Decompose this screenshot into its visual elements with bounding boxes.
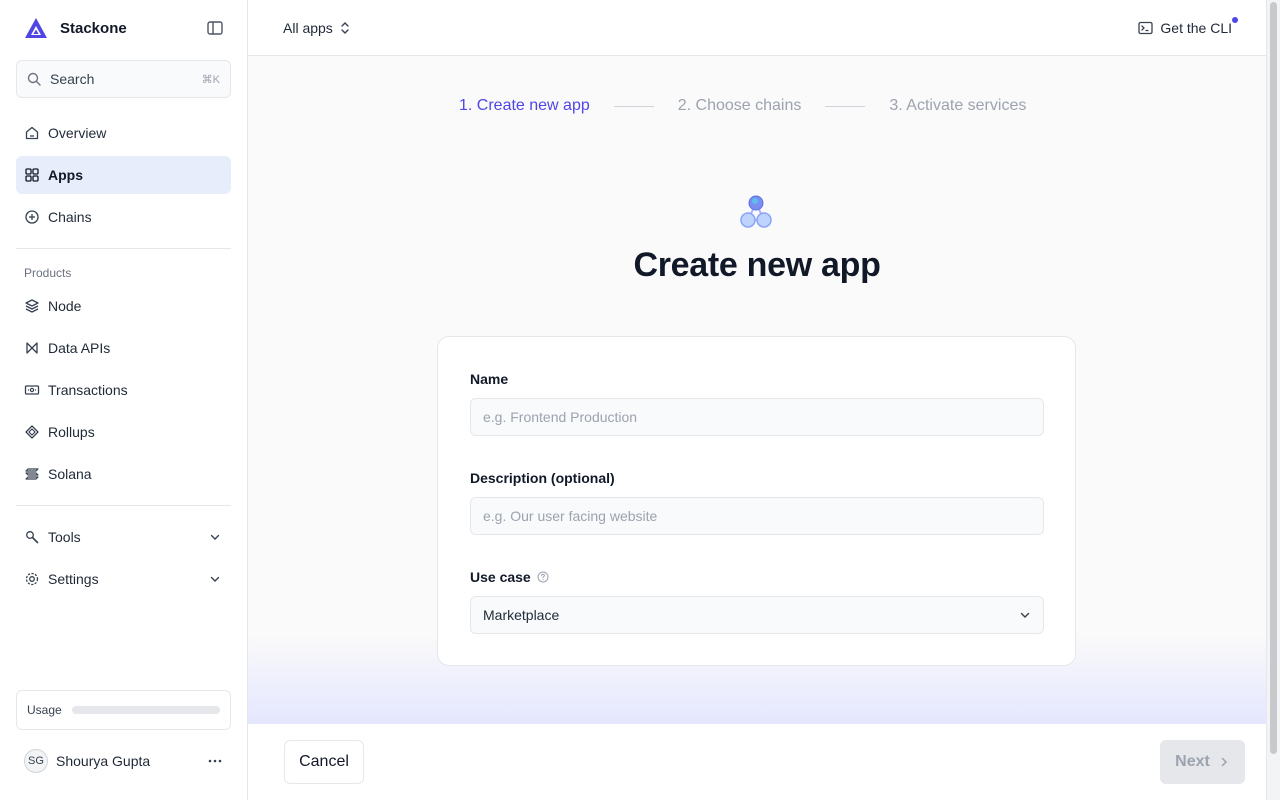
sidebar-divider [16,505,231,506]
sidebar-item-chains[interactable]: Chains [16,198,231,236]
home-icon [25,126,39,140]
sidebar-item-label: Node [48,298,82,314]
sidebar-item-label: Apps [48,167,83,183]
usage-meter[interactable]: Usage [16,690,231,730]
chevron-down-icon [210,576,220,582]
gear-icon [25,572,39,586]
create-app-form: Name Description (optional) Use case Mar… [437,336,1076,666]
next-button[interactable]: Next [1160,740,1245,784]
terminal-icon [1138,21,1154,35]
sidebar-item-rollups[interactable]: Rollups [16,413,231,451]
sidebar-item-label: Solana [48,466,92,482]
use-case-select[interactable]: Marketplace [470,596,1044,634]
more-options-icon[interactable] [206,752,224,770]
description-field-label: Description (optional) [470,470,615,486]
search-box[interactable]: Search ⌘K [16,60,231,98]
app-switcher[interactable]: All apps [283,17,351,39]
grid-icon [25,168,39,182]
sidebar-item-label: Overview [48,125,107,141]
step-connector [825,105,866,107]
tools-icon [26,531,39,544]
data-icon [26,342,38,354]
help-circle-icon[interactable] [537,571,549,583]
step-connector [613,105,654,107]
get-cli-button[interactable]: Get the CLI [1138,17,1238,39]
use-case-field-label: Use case [470,569,549,585]
cancel-button[interactable]: Cancel [284,740,364,784]
sidebar-item-apps[interactable]: Apps [16,156,231,194]
sidebar-item-label: Chains [48,209,92,225]
sidebar-toggle-icon[interactable] [206,19,224,37]
stackone-logo-icon [25,18,47,38]
cube-icon [25,299,39,313]
sidebar-item-solana[interactable]: Solana [16,455,231,493]
sidebar-item-settings[interactable]: Settings [16,560,231,598]
sidebar-item-label: Transactions [48,382,128,398]
sidebar-item-label: Tools [48,529,81,545]
brand[interactable]: Stackone [24,16,127,40]
step-create-new-app: 1. Create new app [459,97,590,114]
wizard-footer: Cancel Next [248,724,1266,800]
sidebar-item-label: Settings [48,571,99,587]
search-shortcut: ⌘K [201,73,220,86]
usage-label: Usage [27,703,62,717]
chevron-up-down-icon [341,22,349,34]
get-cli-label: Get the CLI [1160,20,1232,36]
next-button-label: Next [1175,753,1210,770]
search-icon [27,72,41,86]
description-input[interactable] [470,497,1044,535]
scrollbar-thumb[interactable] [1270,2,1277,754]
search-placeholder: Search [50,71,95,87]
plus-circle-icon [25,210,39,224]
sidebar-item-overview[interactable]: Overview [16,114,231,152]
sidebar-item-label: Data APIs [48,340,111,356]
page-title: Create new app [633,246,881,284]
main-content: 1. Create new app 2. Choose chains 3. Ac… [248,56,1266,724]
page-scrollbar[interactable] [1266,0,1280,800]
layers-icon [25,425,39,439]
sidebar-divider [16,248,231,249]
chevron-down-icon [1020,612,1030,618]
name-input[interactable] [470,398,1044,436]
sidebar: Stackone Search ⌘K Overview Apps Chains … [0,0,248,800]
sidebar-item-tools[interactable]: Tools [16,518,231,556]
chevron-down-icon [210,534,220,540]
ticket-icon [24,385,40,395]
usage-progress-bar [71,706,220,714]
sidebar-item-data-apis[interactable]: Data APIs [16,329,231,367]
description-label-text: Description (optional) [470,470,615,486]
solana-icon [25,468,39,480]
name-label-text: Name [470,371,509,387]
app-nodes-icon [740,195,772,228]
brand-name: Stackone [60,19,127,37]
use-case-label-text: Use case [470,569,531,585]
sidebar-item-transactions[interactable]: Transactions [16,371,231,409]
avatar: SG [24,749,48,773]
use-case-value: Marketplace [483,607,560,623]
user-menu[interactable]: SG Shourya Gupta [24,749,224,773]
name-field-label: Name [470,371,508,387]
sidebar-item-node[interactable]: Node [16,287,231,325]
app-switcher-label: All apps [283,20,333,36]
top-bar: All apps Get the CLI [248,0,1266,56]
user-name: Shourya Gupta [56,753,151,769]
products-section-label: Products [24,266,72,280]
stepper: 1. Create new app 2. Choose chains 3. Ac… [459,96,1026,116]
chevron-right-icon [1221,757,1227,767]
step-choose-chains: 2. Choose chains [677,97,802,114]
notification-dot [1232,17,1238,23]
sidebar-item-label: Rollups [48,424,95,440]
step-activate-services: 3. Activate services [889,97,1027,114]
